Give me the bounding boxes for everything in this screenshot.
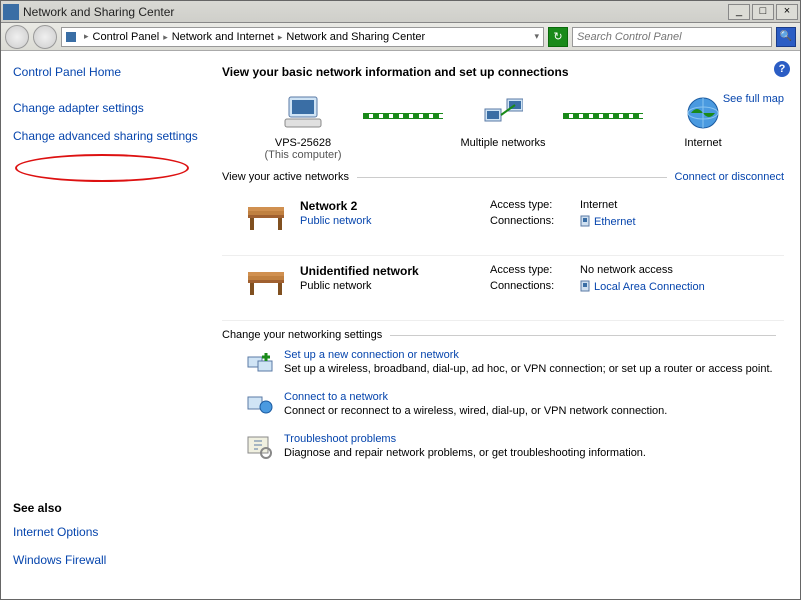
map-node-computer-label: VPS-25628 [243,137,363,149]
task-connect-title[interactable]: Connect to a network [284,391,667,403]
connections-label: Connections: [490,215,580,228]
map-node-computer-sub: (This computer) [243,149,363,161]
sidebar: Control Panel Home Change adapter settin… [1,51,216,599]
map-link-2 [563,113,643,119]
search-box[interactable] [572,27,772,47]
globe-icon [683,93,723,133]
task-troubleshoot: Troubleshoot problems Diagnose and repai… [244,433,784,461]
network-row-2: Unidentified network Public network Acce… [222,256,784,321]
back-button[interactable] [5,25,29,49]
internet-options-link[interactable]: Internet Options [13,525,106,539]
breadcrumb[interactable]: ▸ Control Panel Network and Internet Net… [61,27,544,47]
forward-button[interactable] [33,25,57,49]
control-panel-home-link[interactable]: Control Panel Home [13,65,204,79]
task-troubleshoot-title[interactable]: Troubleshoot problems [284,433,646,445]
highlight-oval [15,154,189,182]
main-pane: ? View your basic network information an… [216,51,800,599]
troubleshoot-icon [244,433,276,461]
crumb-control-panel[interactable]: Control Panel [93,31,168,43]
connections-label: Connections: [490,280,580,293]
access-type-label: Access type: [490,199,580,211]
breadcrumb-icon [66,32,76,42]
maximize-button[interactable]: □ [752,4,774,20]
access-type-label: Access type: [490,264,580,276]
search-input[interactable] [577,31,767,43]
app-icon [3,4,19,20]
map-node-networks-label: Multiple networks [443,137,563,149]
search-go-button[interactable]: 🔍 [776,27,796,47]
bench-icon [242,264,290,304]
titlebar: Network and Sharing Center _ □ × [1,1,800,23]
active-networks-heading: View your active networks [222,171,349,183]
refresh-button[interactable]: ↻ [548,27,568,47]
change-advanced-sharing-link[interactable]: Change advanced sharing settings [13,129,204,143]
task-connect-network: Connect to a network Connect or reconnec… [244,391,784,419]
network-2-connection-link[interactable]: Local Area Connection [580,280,705,293]
crumb-current[interactable]: Network and Sharing Center [286,31,425,43]
network-1-name: Network 2 [300,199,490,213]
page-heading: View your basic network information and … [222,65,784,79]
task-setup-title[interactable]: Set up a new connection or network [284,349,773,361]
map-link-1 [363,113,443,119]
window-title: Network and Sharing Center [23,5,728,19]
network-map: See full map VPS-25628 (This computer) M… [222,93,784,161]
map-node-internet-label: Internet [643,137,763,149]
ethernet-icon [580,215,590,227]
task-connect-desc: Connect or reconnect to a wireless, wire… [284,405,667,417]
see-full-map-link[interactable]: See full map [723,93,784,105]
close-button[interactable]: × [776,4,798,20]
ethernet-icon [580,280,590,292]
minimize-button[interactable]: _ [728,4,750,20]
bench-icon [242,199,290,239]
crumb-network-internet[interactable]: Network and Internet [172,31,283,43]
map-node-networks: Multiple networks [443,93,563,149]
task-setup-connection: Set up a new connection or network Set u… [244,349,784,377]
network-2-type: Public network [300,280,490,292]
network-1-access: Internet [580,199,617,211]
connect-network-icon [244,391,276,419]
map-node-computer: VPS-25628 (This computer) [243,93,363,161]
network-2-access: No network access [580,264,673,276]
windows-firewall-link[interactable]: Windows Firewall [13,553,106,567]
network-row-1: Network 2 Public network Access type:Int… [222,191,784,256]
task-troubleshoot-desc: Diagnose and repair network problems, or… [284,447,646,459]
task-setup-desc: Set up a wireless, broadband, dial-up, a… [284,363,773,375]
change-adapter-settings-link[interactable]: Change adapter settings [13,101,204,115]
connect-disconnect-link[interactable]: Connect or disconnect [675,171,784,183]
network-1-type-link[interactable]: Public network [300,215,490,227]
change-settings-heading: Change your networking settings [222,329,382,341]
network-1-connection-link[interactable]: Ethernet [580,215,636,228]
computer-icon [283,93,323,133]
setup-connection-icon [244,349,276,377]
toolbar: ▸ Control Panel Network and Internet Net… [1,23,800,51]
see-also-heading: See also [13,501,106,515]
help-icon[interactable]: ? [774,61,790,77]
networks-icon [483,93,523,133]
network-2-name: Unidentified network [300,264,490,278]
